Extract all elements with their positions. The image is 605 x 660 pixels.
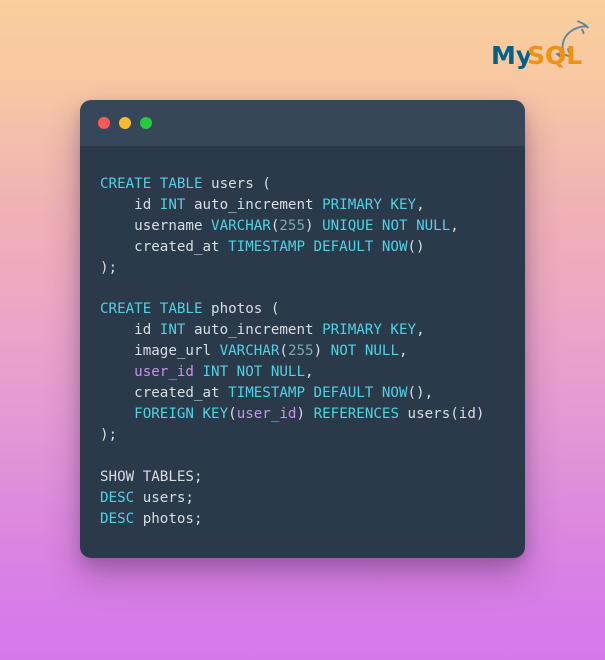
- minimize-button[interactable]: [119, 117, 131, 129]
- page-background: My SQL CREATE TABLE users ( id INT auto_…: [0, 0, 605, 660]
- code-token: (): [407, 238, 425, 255]
- code-token: CREATE TABLE: [100, 176, 203, 192]
- mysql-wordmark-sql: SQL: [527, 41, 582, 70]
- code-token: UNIQUE NOT NULL: [322, 217, 451, 234]
- code-token: (),: [407, 385, 434, 402]
- code-token: users (: [202, 176, 271, 192]
- code-token: INT NOT NULL: [202, 364, 306, 381]
- code-token: id: [100, 322, 160, 339]
- code-token: TIMESTAMP DEFAULT NOW: [228, 385, 408, 402]
- code-token: auto_increment: [185, 322, 323, 339]
- close-button[interactable]: [98, 117, 110, 129]
- maximize-button[interactable]: [140, 117, 152, 129]
- window-titlebar: [80, 100, 525, 146]
- code-token: username: [100, 217, 212, 234]
- code-token: INT: [159, 196, 186, 213]
- code-token: user_id: [236, 405, 297, 422]
- mysql-logo: My SQL: [489, 8, 593, 72]
- sql-code-block[interactable]: CREATE TABLE users ( id INT auto_increme…: [100, 174, 505, 529]
- code-editor-body[interactable]: CREATE TABLE users ( id INT auto_increme…: [80, 146, 525, 558]
- code-token: );: [100, 426, 118, 443]
- code-token: CREATE TABLE: [100, 301, 203, 318]
- code-token: image_url: [100, 343, 220, 360]
- code-token: 255: [279, 217, 306, 234]
- code-token: );: [100, 259, 118, 276]
- code-token: VARCHAR: [211, 217, 271, 234]
- code-token: photos;: [134, 510, 203, 527]
- code-token: TIMESTAMP DEFAULT NOW: [228, 238, 408, 255]
- code-token: ,: [450, 217, 459, 234]
- code-token: ,: [416, 322, 425, 339]
- code-token: user_id: [134, 364, 194, 381]
- code-token: ): [296, 405, 314, 422]
- code-token: INT: [159, 322, 186, 339]
- code-token: SHOW TABLES;: [100, 468, 203, 485]
- mysql-wordmark-my: My: [491, 41, 532, 70]
- code-token: ): [313, 343, 331, 360]
- code-token: users(id): [399, 405, 485, 422]
- code-window: CREATE TABLE users ( id INT auto_increme…: [80, 100, 525, 558]
- code-token: NOT NULL: [330, 343, 399, 360]
- code-token: FOREIGN KEY: [134, 405, 229, 422]
- code-token: PRIMARY KEY: [322, 196, 417, 213]
- code-token: DESC: [100, 489, 135, 506]
- code-token: photos (: [202, 301, 280, 318]
- code-token: id: [100, 196, 160, 213]
- code-token: auto_increment: [185, 196, 323, 213]
- code-token: created_at: [100, 238, 229, 255]
- code-token: ): [305, 217, 323, 234]
- code-token: ,: [305, 364, 314, 381]
- code-token: created_at: [100, 385, 229, 402]
- code-token: ,: [416, 196, 425, 213]
- code-token: 255: [287, 343, 314, 360]
- code-token: DESC: [100, 510, 135, 527]
- code-token: (: [279, 343, 288, 360]
- code-token: users;: [134, 489, 194, 506]
- code-token: REFERENCES: [313, 405, 399, 422]
- code-token: VARCHAR: [219, 343, 280, 360]
- code-token: PRIMARY KEY: [322, 322, 417, 339]
- code-token: ,: [399, 343, 408, 360]
- code-token: (: [228, 405, 237, 422]
